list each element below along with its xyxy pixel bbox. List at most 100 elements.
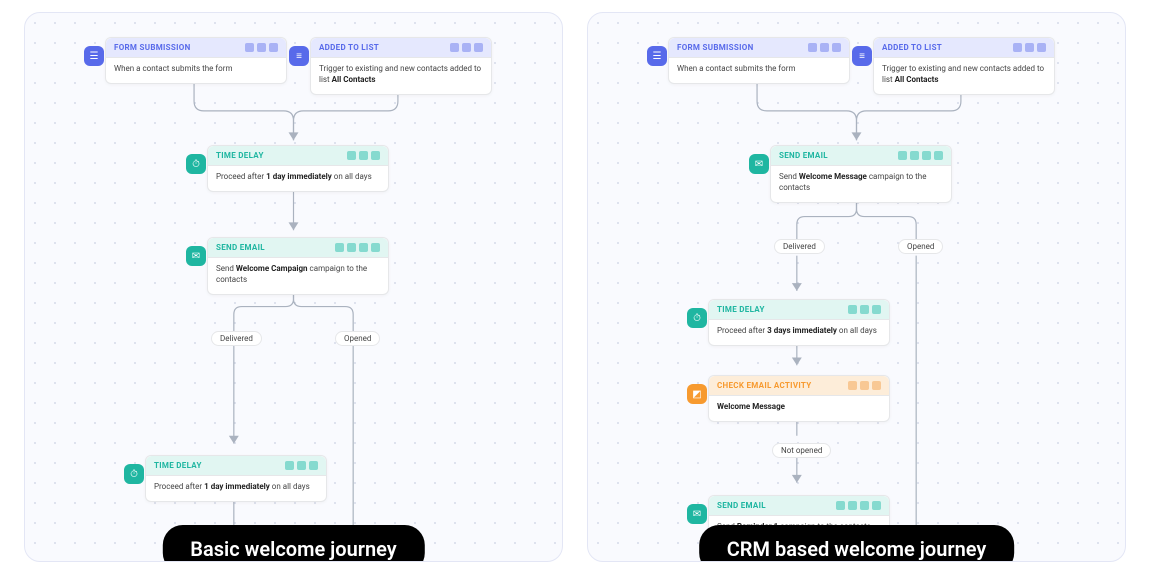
delete-icon[interactable] [910,151,919,160]
copy-icon[interactable] [269,43,278,52]
edit-icon[interactable] [808,43,817,52]
node-body: Welcome Message [709,396,889,421]
edit-icon[interactable] [836,501,845,510]
more-icon[interactable] [872,501,881,510]
node-actions[interactable] [848,381,881,390]
delete-icon[interactable] [820,43,829,52]
delete-icon[interactable] [462,43,471,52]
clock-icon: ⏱ [124,464,144,484]
node-title: ADDED TO LIST [319,43,379,52]
node-actions[interactable] [808,43,841,52]
crm-journey-flow: ☰ FORM SUBMISSION When a contact submits… [588,13,1125,561]
node-title: TIME DELAY [717,305,765,314]
more-icon[interactable] [371,243,380,252]
check-email-activity-node[interactable]: ◩ CHECK EMAIL ACTIVITY Welcome Message [708,375,890,422]
node-actions[interactable] [450,43,483,52]
email-icon: ✉ [687,504,707,524]
list-icon: ≡ [852,46,872,66]
node-actions[interactable] [285,461,318,470]
copy-icon[interactable] [359,243,368,252]
time-delay-node[interactable]: ⏱ TIME DELAY Proceed after 3 days immedi… [708,299,890,346]
copy-icon[interactable] [922,151,931,160]
chip-not-opened: Not opened [772,443,831,458]
delete-icon[interactable] [860,381,869,390]
added-to-list-node[interactable]: ≡ ADDED TO LIST Trigger to existing and … [873,37,1055,95]
delete-icon[interactable] [359,151,368,160]
edit-icon[interactable] [848,381,857,390]
delete-icon[interactable] [848,501,857,510]
clock-icon: ⏱ [687,308,707,328]
delete-icon[interactable] [257,43,266,52]
edit-icon[interactable] [285,461,294,470]
node-body: Send Welcome Campaign campaign to the co… [208,258,388,294]
node-actions[interactable] [898,151,943,160]
form-submission-node[interactable]: ☰ FORM SUBMISSION When a contact submits… [668,37,850,84]
node-title: FORM SUBMISSION [114,43,191,52]
more-icon[interactable] [934,151,943,160]
node-actions[interactable] [245,43,278,52]
copy-icon[interactable] [872,305,881,314]
panel-caption: Basic welcome journey [162,525,424,562]
form-icon: ☰ [647,46,667,66]
list-icon: ≡ [289,46,309,66]
node-title: ADDED TO LIST [882,43,942,52]
panel-caption: CRM based welcome journey [699,525,1015,562]
activity-icon: ◩ [687,384,707,404]
node-body: Send Welcome Message campaign to the con… [771,166,951,202]
chip-opened: Opened [335,331,380,346]
delete-icon[interactable] [1025,43,1034,52]
email-icon: ✉ [749,154,769,174]
copy-icon[interactable] [1037,43,1046,52]
delete-icon[interactable] [297,461,306,470]
copy-icon[interactable] [832,43,841,52]
node-actions[interactable] [848,305,881,314]
node-body: Trigger to existing and new contacts add… [874,58,1054,94]
node-body: Trigger to existing and new contacts add… [311,58,491,94]
basic-journey-flow: ☰ FORM SUBMISSION When a contact submits… [25,13,562,561]
node-body: Proceed after 3 days immediately on all … [709,320,889,345]
delete-icon[interactable] [860,305,869,314]
form-submission-node[interactable]: ☰ FORM SUBMISSION When a contact submits… [105,37,287,84]
node-title: SEND EMAIL [717,501,766,510]
node-actions[interactable] [836,501,881,510]
edit-icon[interactable] [848,305,857,314]
chip-opened: Opened [898,239,943,254]
time-delay-node-1[interactable]: ⏱ TIME DELAY Proceed after 1 day immedia… [207,145,389,192]
send-email-welcome-node[interactable]: ✉ SEND EMAIL Send Welcome Message campai… [770,145,952,203]
copy-icon[interactable] [474,43,483,52]
node-title: FORM SUBMISSION [677,43,754,52]
email-icon: ✉ [186,246,206,266]
edit-icon[interactable] [335,243,344,252]
edit-icon[interactable] [1013,43,1022,52]
node-title: SEND EMAIL [216,243,265,252]
node-actions[interactable] [335,243,380,252]
edit-icon[interactable] [450,43,459,52]
send-email-node[interactable]: ✉ SEND EMAIL Send Welcome Campaign campa… [207,237,389,295]
node-actions[interactable] [1013,43,1046,52]
copy-icon[interactable] [872,381,881,390]
copy-icon[interactable] [860,501,869,510]
node-title: CHECK EMAIL ACTIVITY [717,381,811,390]
basic-journey-panel: ☰ FORM SUBMISSION When a contact submits… [24,12,563,562]
copy-icon[interactable] [309,461,318,470]
clock-icon: ⏱ [186,154,206,174]
node-body: Proceed after 1 day immediately on all d… [208,166,388,191]
node-actions[interactable] [347,151,380,160]
edit-icon[interactable] [245,43,254,52]
copy-icon[interactable] [371,151,380,160]
node-body: Proceed after 1 day immediately on all d… [146,476,326,501]
crm-journey-panel: ☰ FORM SUBMISSION When a contact submits… [587,12,1126,562]
edit-icon[interactable] [347,151,356,160]
edit-icon[interactable] [898,151,907,160]
added-to-list-node[interactable]: ≡ ADDED TO LIST Trigger to existing and … [310,37,492,95]
node-body: When a contact submits the form [669,58,849,83]
chip-delivered: Delivered [774,239,825,254]
connector-lines [588,13,1125,561]
form-icon: ☰ [84,46,104,66]
node-title: TIME DELAY [154,461,202,470]
node-title: SEND EMAIL [779,151,828,160]
time-delay-node-2[interactable]: ⏱ TIME DELAY Proceed after 1 day immedia… [145,455,327,502]
chip-delivered: Delivered [211,331,262,346]
node-body: When a contact submits the form [106,58,286,83]
delete-icon[interactable] [347,243,356,252]
